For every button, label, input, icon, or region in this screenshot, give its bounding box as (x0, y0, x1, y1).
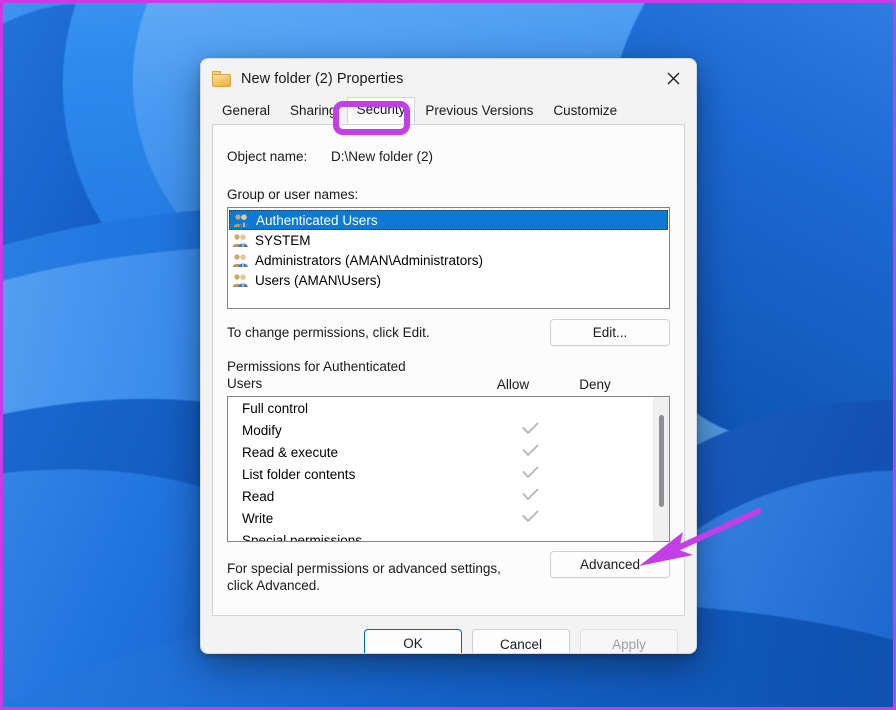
tab-general[interactable]: General (212, 98, 280, 124)
column-header-deny: Deny (579, 377, 611, 392)
column-header-allow: Allow (496, 377, 530, 392)
advanced-row: For special permissions or advanced sett… (227, 551, 670, 594)
advanced-hint-line2: click Advanced. (227, 578, 321, 593)
dialog-title: New folder (2) Properties (241, 70, 404, 87)
allow-checkmark[interactable] (489, 422, 571, 438)
permission-name: Write (242, 510, 274, 526)
permission-name: Read & execute (242, 444, 339, 460)
dialog-footer: OK Cancel Apply (201, 616, 696, 653)
edit-permissions-row: To change permissions, click Edit. Edit.… (227, 319, 670, 346)
allow-checkmark[interactable] (489, 444, 571, 460)
security-tab-panel: Object name: D:\New folder (2) Group or … (212, 124, 685, 616)
list-item-label: SYSTEM (255, 232, 311, 248)
list-item-label: Administrators (AMAN\Administrators) (255, 252, 484, 268)
permission-name: Special permissions (242, 532, 363, 542)
list-item[interactable]: Users (AMAN\Users) (228, 270, 669, 290)
permissions-header: Permissions for Authenticated Users Allo… (227, 358, 670, 392)
table-row[interactable]: Full control (228, 397, 653, 419)
advanced-hint: For special permissions or advanced sett… (227, 560, 527, 594)
allow-checkmark[interactable] (489, 466, 571, 482)
list-item[interactable]: Administrators (AMAN\Administrators) (228, 250, 669, 270)
properties-dialog: New folder (2) Properties General Sharin… (200, 58, 697, 654)
check-icon (522, 488, 538, 500)
tab-strip: General Sharing Security Previous Versio… (201, 97, 696, 124)
permission-name: Read (242, 488, 275, 504)
permissions-title-line2: Users (227, 376, 263, 391)
scrollbar-thumb[interactable] (659, 415, 664, 507)
list-item[interactable]: Authenticated Users (229, 210, 668, 230)
tab-security[interactable]: Security (346, 97, 416, 124)
table-row[interactable]: Special permissions (228, 529, 653, 542)
ok-button[interactable]: OK (364, 629, 462, 653)
folder-icon (212, 70, 231, 87)
edit-button[interactable]: Edit... (550, 319, 670, 346)
dialog-titlebar: New folder (2) Properties (201, 59, 696, 98)
screenshot-root: New folder (2) Properties General Sharin… (0, 0, 896, 710)
users-group-icon (232, 253, 249, 268)
object-name-row: Object name: D:\New folder (2) (227, 149, 670, 164)
advanced-button[interactable]: Advanced (550, 551, 670, 578)
list-item[interactable]: SYSTEM (228, 230, 669, 250)
users-group-icon (232, 233, 249, 248)
check-icon (522, 444, 538, 456)
close-button[interactable] (650, 59, 696, 98)
tab-previous-versions[interactable]: Previous Versions (415, 98, 543, 124)
check-icon (522, 466, 538, 478)
group-or-user-names-label: Group or user names: (227, 187, 359, 202)
close-icon (667, 72, 679, 85)
list-item-label: Users (AMAN\Users) (255, 272, 382, 288)
allow-checkmark[interactable] (489, 510, 571, 526)
advanced-hint-line1: For special permissions or advanced sett… (227, 561, 501, 576)
users-group-icon (232, 273, 249, 288)
permission-name: Modify (242, 422, 282, 438)
table-row[interactable]: List folder contents (228, 463, 653, 485)
cancel-button[interactable]: Cancel (472, 629, 570, 653)
permissions-title-line1: Permissions for Authenticated (227, 359, 406, 374)
object-name-label: Object name: (227, 149, 308, 164)
check-icon (522, 422, 538, 434)
permissions-list[interactable]: Full control Modify Read & execute List … (227, 396, 670, 542)
group-or-user-names-list[interactable]: Authenticated Users SYSTEM Administrator… (227, 207, 670, 309)
table-row[interactable]: Modify (228, 419, 653, 441)
users-group-icon (233, 213, 250, 228)
allow-checkmark[interactable] (489, 488, 571, 504)
table-row[interactable]: Read & execute (228, 441, 653, 463)
apply-button: Apply (580, 629, 678, 653)
permission-name: List folder contents (242, 466, 356, 482)
permission-name: Full control (242, 400, 309, 416)
edit-hint-text: To change permissions, click Edit. (227, 325, 430, 340)
table-row[interactable]: Read (228, 485, 653, 507)
tab-customize[interactable]: Customize (543, 98, 627, 124)
check-icon (522, 510, 538, 522)
permissions-title: Permissions for Authenticated Users (227, 358, 472, 392)
permissions-scrollbar[interactable] (653, 397, 669, 541)
table-row[interactable]: Write (228, 507, 653, 529)
list-item-label: Authenticated Users (256, 212, 378, 228)
tab-sharing[interactable]: Sharing (280, 98, 347, 124)
object-name-value: D:\New folder (2) (331, 149, 434, 164)
